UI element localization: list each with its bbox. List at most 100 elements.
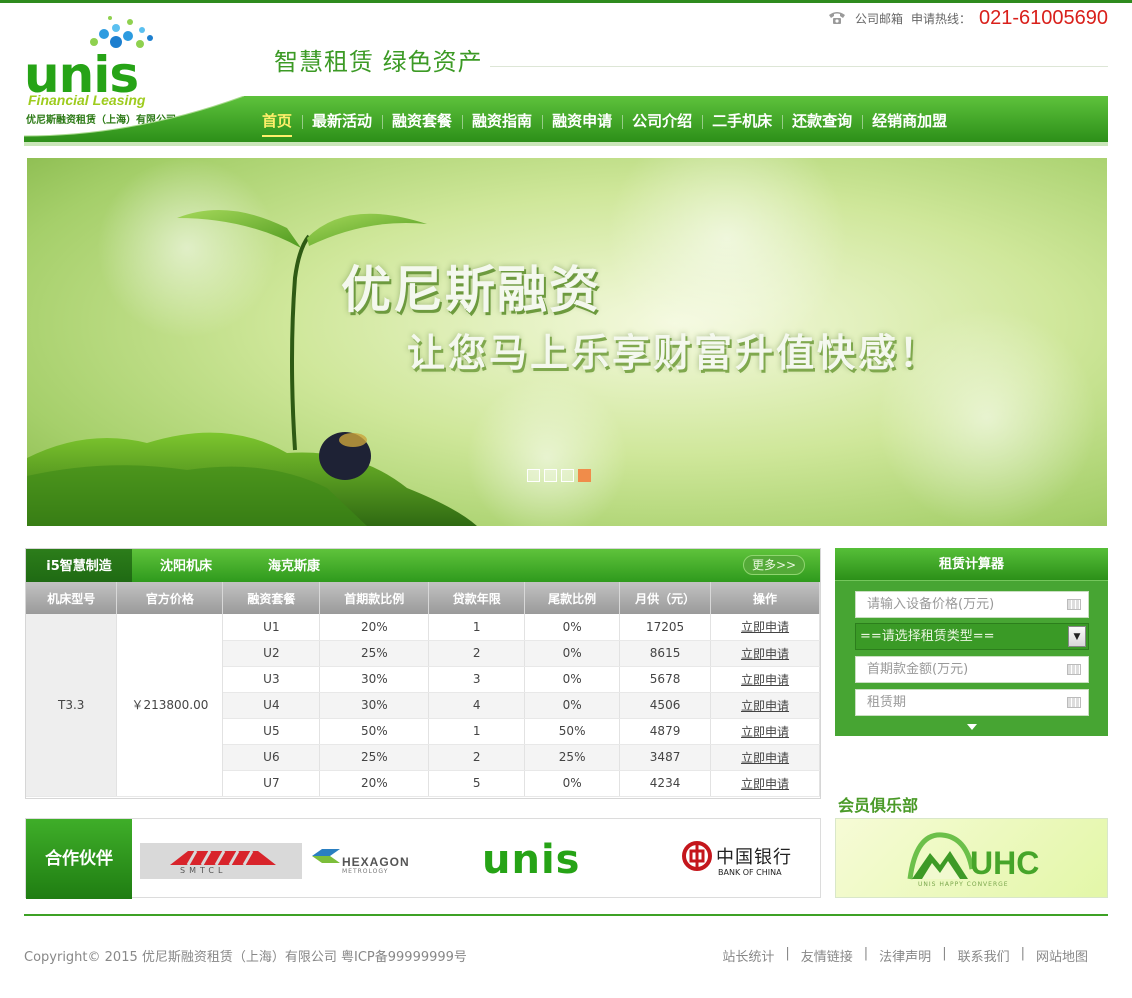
plan-cell: U3 (222, 666, 321, 693)
nav-item-used-machines[interactable]: 二手机床 (702, 109, 782, 133)
years-cell: 2 (428, 640, 526, 667)
down-payment-placeholder: 首期款金额(万元) (867, 662, 969, 677)
banner-dot-4[interactable] (578, 469, 591, 482)
nav-item-apply[interactable]: 融资申请 (542, 109, 622, 133)
tab-shenyang[interactable]: 沈阳机床 (132, 549, 240, 582)
banner-subtitle: 让您马上乐享财富升值快感！ (407, 331, 941, 375)
footer-link-legal[interactable]: 法律声明 (879, 946, 931, 965)
table-row: T3.3 ￥213800.00 U1 20% 1 0% 17205 立即申请 (26, 614, 820, 797)
tab-i5[interactable]: i5智慧制造 (26, 549, 132, 582)
hero-banner[interactable]: 优尼斯融资 让您马上乐享财富升值快感！ (27, 158, 1107, 526)
member-club-banner[interactable]: UHC UNIS HAPPY CONVERGE (835, 818, 1108, 898)
years-cell: 4 (428, 692, 526, 719)
tab-hexagon[interactable]: 海克斯康 (240, 549, 348, 582)
final-cell: 50% (524, 718, 621, 745)
bank-of-china-icon (682, 841, 712, 871)
footer-separator: | (785, 946, 790, 961)
nav-item-home[interactable]: 首页 (252, 109, 302, 137)
nav-item-repayment[interactable]: 还款查询 (782, 109, 862, 133)
calculator-title: 租赁计算器 (835, 548, 1108, 581)
footer-link-friends[interactable]: 友情链接 (801, 946, 853, 965)
top-contact-bar: 公司邮箱 申请热线： 021-61005690 (827, 4, 1108, 32)
final-cell: 25% (524, 744, 621, 771)
price-input[interactable]: 请输入设备价格(万元) (855, 591, 1089, 618)
footer-link-stats[interactable]: 站长统计 (722, 946, 774, 965)
calculator-keypad-icon (1067, 697, 1081, 708)
nav-item-dealers[interactable]: 经销商加盟 (862, 109, 957, 133)
plan-cell: U7 (222, 770, 321, 797)
banner-dot-1[interactable] (527, 469, 540, 482)
banner-dot-3[interactable] (561, 469, 574, 482)
smtcl-logo-text: SMTCL (180, 866, 227, 875)
years-cell: 2 (428, 744, 526, 771)
plan-cell: U4 (222, 692, 321, 719)
nav-item-about[interactable]: 公司介绍 (622, 109, 702, 133)
years-cell: 3 (428, 666, 526, 693)
partner-logo-boc[interactable]: 中国银行 BANK OF CHINA (682, 841, 791, 877)
partner-logo-hexagon[interactable]: HEXAGON METROLOGY (312, 849, 409, 875)
expand-arrow-icon[interactable] (967, 724, 977, 730)
price-cell: ￥213800.00 (116, 614, 224, 797)
company-mail-link[interactable]: 公司邮箱 (855, 10, 903, 27)
monthly-cell: 3487 (619, 744, 712, 771)
footer-copyright: Copyright© 2015 优尼斯融资租赁（上海）有限公司 粤ICP备999… (24, 950, 467, 965)
down-payment-input[interactable]: 首期款金额(万元) (855, 656, 1089, 683)
phone-icon (828, 12, 845, 24)
col-price: 官方价格 (116, 582, 224, 614)
nav-item-packages[interactable]: 融资套餐 (382, 109, 462, 133)
col-final: 尾款比例 (524, 582, 621, 614)
lease-type-selected: ==请选择租赁类型== (860, 629, 995, 644)
down-cell: 30% (319, 692, 430, 719)
plan-cell: U5 (222, 718, 321, 745)
uhc-mountain-icon (907, 832, 975, 880)
banner-dot-2[interactable] (544, 469, 557, 482)
uhc-logo-subtitle: UNIS HAPPY CONVERGE (918, 881, 1009, 888)
calculator-keypad-icon (1067, 599, 1081, 610)
price-input-placeholder: 请输入设备价格(万元) (867, 597, 995, 612)
calculator-keypad-icon (1067, 664, 1081, 675)
nav-item-guide[interactable]: 融资指南 (462, 109, 542, 133)
product-tabs: i5智慧制造 沈阳机床 海克斯康 更多>> (26, 549, 820, 582)
down-cell: 20% (319, 614, 430, 641)
apply-link[interactable]: 立即申请 (741, 673, 789, 687)
years-cell: 1 (428, 614, 526, 641)
lease-term-input[interactable]: 租赁期 (855, 689, 1089, 716)
lease-type-select[interactable]: ==请选择租赁类型== ▼ (855, 623, 1089, 650)
plan-cell: U1 (222, 614, 321, 641)
hexagon-mark-icon (312, 849, 340, 863)
apply-link-cell: 立即申请 (710, 718, 820, 745)
col-years: 贷款年限 (428, 582, 526, 614)
apply-link[interactable]: 立即申请 (741, 725, 789, 739)
hotline-number: 021-61005690 (978, 6, 1108, 29)
partner-logo-smtcl[interactable]: SMTCL (140, 843, 302, 879)
apply-link[interactable]: 立即申请 (741, 699, 789, 713)
apply-link[interactable]: 立即申请 (741, 647, 789, 661)
plan-cell: U2 (222, 640, 321, 667)
member-club-title: 会员俱乐部 (838, 796, 919, 815)
more-button[interactable]: 更多>> (743, 555, 805, 575)
final-cell: 0% (524, 614, 621, 641)
main-nav: 首页 最新活动 融资套餐 融资指南 融资申请 公司介绍 二手机床 还款查询 经销… (24, 96, 1108, 146)
apply-link[interactable]: 立即申请 (741, 620, 789, 634)
lease-calculator: 租赁计算器 请输入设备价格(万元) ==请选择租赁类型== ▼ 首期款金额(万元… (835, 548, 1108, 736)
banner-pagination (527, 469, 591, 482)
col-model: 机床型号 (26, 582, 118, 614)
footer-link-contact[interactable]: 联系我们 (958, 946, 1010, 965)
footer-link-sitemap[interactable]: 网站地图 (1036, 946, 1088, 965)
footer-divider (24, 914, 1108, 916)
monthly-cell: 5678 (619, 666, 712, 693)
down-cell: 50% (319, 718, 430, 745)
apply-link[interactable]: 立即申请 (741, 777, 789, 791)
hotline-label: 申请热线： (910, 11, 971, 26)
final-cell: 0% (524, 640, 621, 667)
apply-link-cell: 立即申请 (710, 770, 820, 797)
nav-item-news[interactable]: 最新活动 (302, 109, 382, 133)
years-cell: 5 (428, 770, 526, 797)
uhc-logo-text: UHC (970, 845, 1040, 881)
col-down: 首期款比例 (319, 582, 430, 614)
apply-link[interactable]: 立即申请 (741, 751, 789, 765)
partner-logo-unis[interactable]: unis (482, 837, 580, 883)
apply-link-cell: 立即申请 (710, 692, 820, 719)
down-cell: 25% (319, 744, 430, 771)
table-header-row: 机床型号 官方价格 融资套餐 首期款比例 贷款年限 尾款比例 月供（元） 操作 (26, 582, 820, 614)
